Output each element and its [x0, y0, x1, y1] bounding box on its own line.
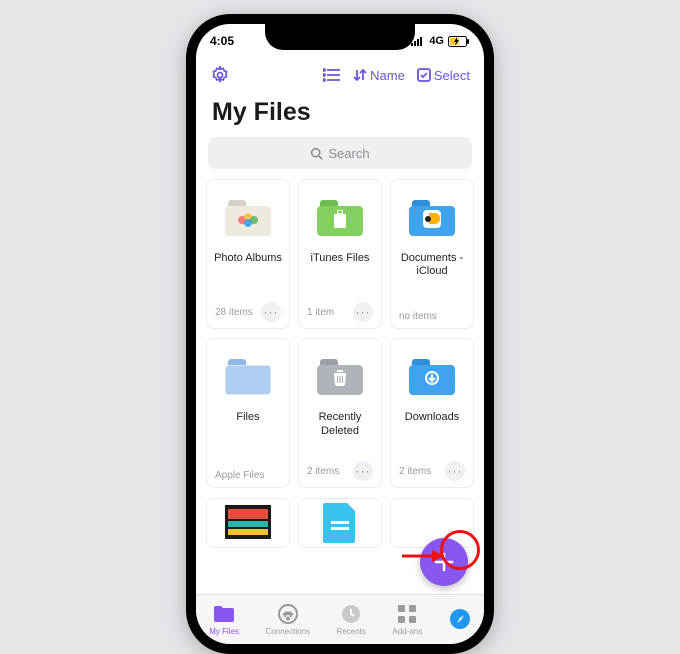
status-time: 4:05 — [210, 34, 234, 48]
tile-photo-albums[interactable]: Photo Albums 28 items ··· — [206, 179, 290, 329]
battery-icon — [448, 36, 470, 47]
select-label: Select — [434, 68, 470, 83]
gear-icon — [210, 65, 230, 85]
sort-label: Name — [370, 68, 405, 83]
callout-arrow-icon — [400, 548, 444, 564]
tile-count: 1 item — [307, 307, 334, 318]
tile-label: Downloads — [405, 411, 459, 437]
tab-my-files[interactable]: My Files — [209, 603, 239, 636]
notch — [265, 24, 415, 50]
grid-tab-icon — [396, 603, 418, 625]
tile-label: Documents - iCloud — [397, 252, 467, 278]
tab-label: My Files — [209, 627, 239, 636]
more-button[interactable]: ··· — [261, 302, 281, 322]
tile-count: Apple Files — [215, 470, 264, 481]
folder-downloads-icon — [409, 347, 455, 407]
more-button[interactable]: ··· — [445, 461, 465, 481]
toolbar: Name Select — [196, 58, 484, 92]
clock-tab-icon — [340, 603, 362, 625]
tile-label: Files — [236, 411, 259, 437]
folder-files-icon — [225, 347, 271, 407]
tile-files[interactable]: Files Apple Files — [206, 338, 290, 488]
settings-button[interactable] — [210, 65, 230, 85]
file-grid: Photo Albums 28 items ··· iTunes Files 1 … — [196, 169, 484, 549]
status-indicators: 4G — [411, 35, 470, 47]
sort-icon — [353, 68, 367, 82]
tile-partial-2[interactable] — [298, 498, 382, 548]
tile-recently-deleted[interactable]: Recently Deleted 2 items ··· — [298, 338, 382, 488]
tile-label: Photo Albums — [214, 252, 282, 278]
tab-addons[interactable]: Add-ons — [392, 603, 422, 636]
compass-tab-icon — [449, 608, 471, 630]
tile-downloads[interactable]: Downloads 2 items ··· — [390, 338, 474, 488]
folder-itunes-icon — [317, 188, 363, 248]
view-mode-button[interactable] — [323, 68, 341, 82]
tab-browser[interactable] — [449, 608, 471, 632]
tab-connections[interactable]: Connections — [266, 603, 310, 636]
folder-trash-icon — [317, 347, 363, 407]
sort-button[interactable]: Name — [353, 68, 405, 83]
folder-tab-icon — [213, 603, 235, 625]
search-input[interactable]: Search — [208, 137, 472, 169]
tile-label: iTunes Files — [311, 252, 370, 278]
tab-recents[interactable]: Recents — [337, 603, 366, 636]
more-button[interactable]: ··· — [353, 461, 373, 481]
tab-label: Recents — [337, 627, 366, 636]
folder-documents-icon — [409, 188, 455, 248]
tile-itunes-files[interactable]: iTunes Files 1 item ··· — [298, 179, 382, 329]
tab-bar: My Files Connections Recents Add-ons — [196, 594, 484, 644]
tile-label: Recently Deleted — [305, 411, 375, 437]
tile-count: no items — [399, 311, 437, 322]
search-icon — [310, 147, 323, 160]
status-network: 4G — [429, 35, 444, 47]
tab-label: Connections — [266, 627, 310, 636]
tile-count: 28 items — [215, 307, 253, 318]
list-icon — [323, 68, 341, 82]
wifi-tab-icon — [277, 603, 299, 625]
tab-label: Add-ons — [392, 627, 422, 636]
more-button[interactable]: ··· — [353, 302, 373, 322]
file-icon — [323, 503, 357, 543]
tile-count: 2 items — [307, 466, 339, 477]
tile-partial-1[interactable] — [206, 498, 290, 548]
folder-photo-albums-icon — [225, 188, 271, 248]
callout-circle — [440, 530, 480, 570]
thumbnail-icon — [225, 503, 271, 541]
select-button[interactable]: Select — [417, 68, 470, 83]
checkbox-icon — [417, 68, 431, 82]
tile-documents-icloud[interactable]: Documents - iCloud no items — [390, 179, 474, 329]
page-title: My Files — [196, 92, 484, 137]
tile-count: 2 items — [399, 466, 431, 477]
search-placeholder: Search — [328, 146, 369, 161]
